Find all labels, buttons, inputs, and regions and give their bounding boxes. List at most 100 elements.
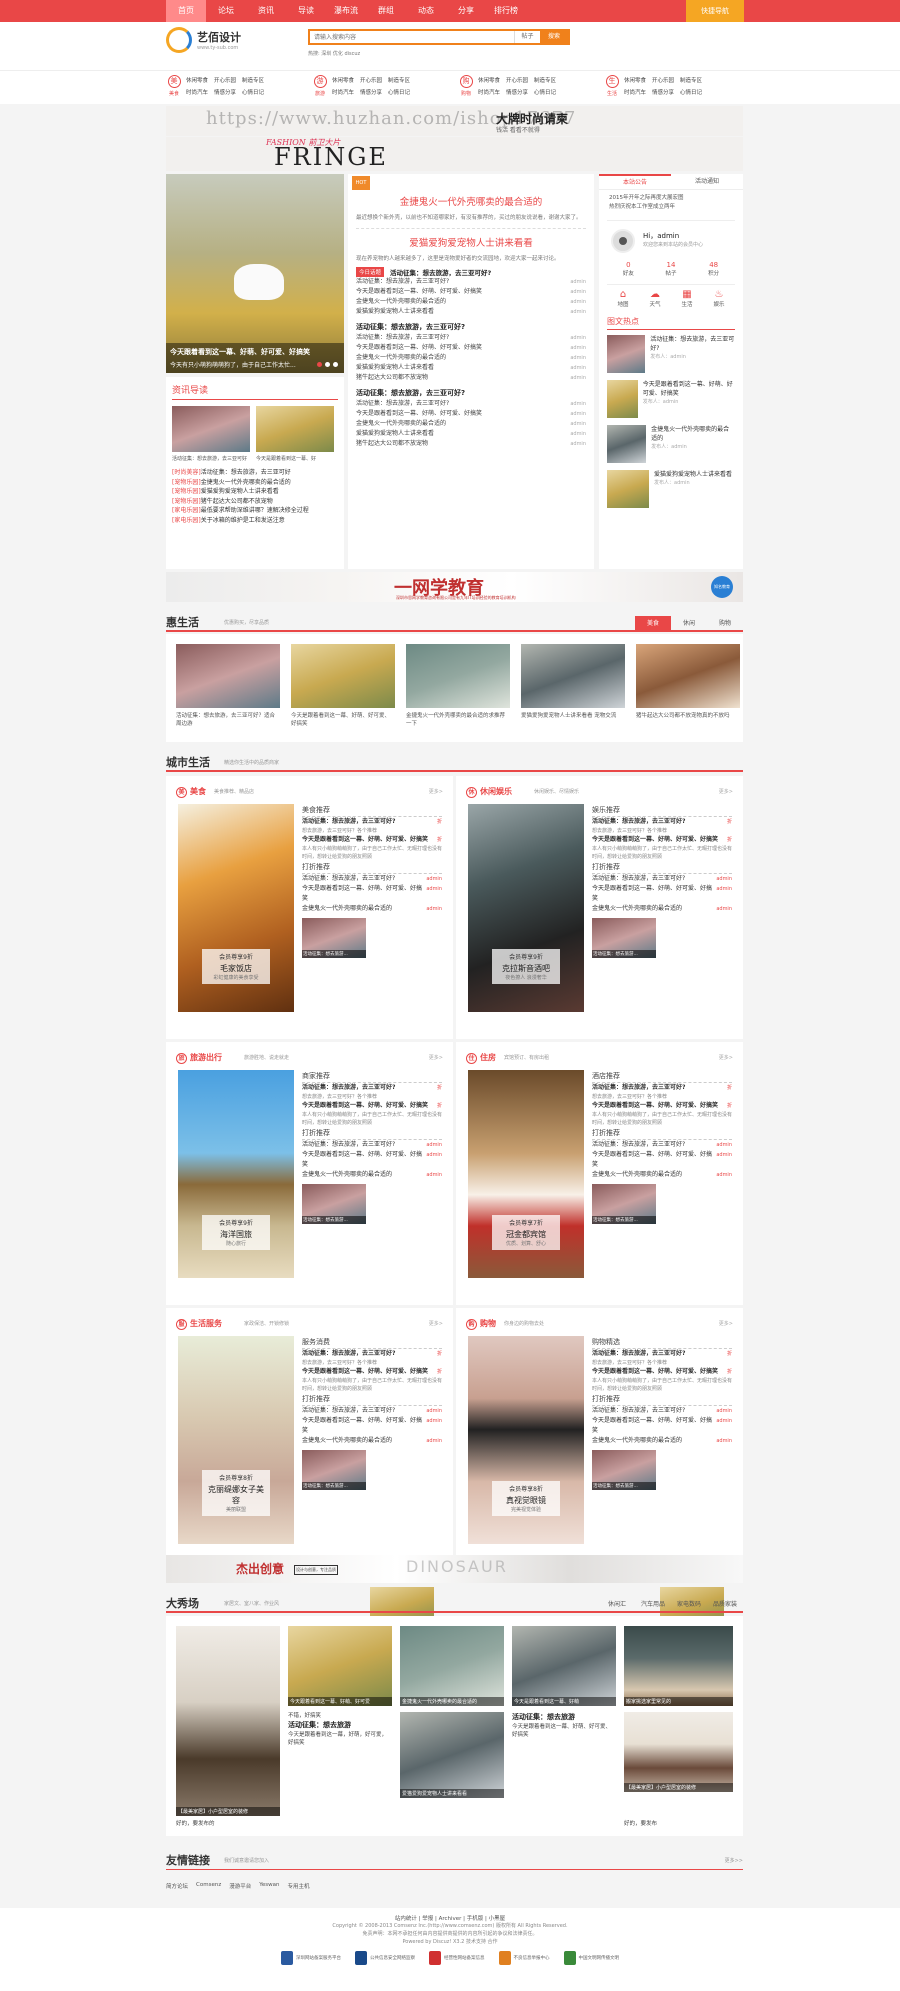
list-row[interactable]: 活动征集：想去旅游，去三亚可好? admin: [592, 1140, 732, 1150]
huisheng-item[interactable]: 今天是跟着看到这一幕、好萌、好可爱、好搞笑: [291, 644, 395, 732]
news-row[interactable]: 金捷鬼火一代外壳哪卖的最合适的 admin: [356, 419, 586, 429]
nav-waterfall[interactable]: 瀑布流: [326, 0, 366, 22]
category-link[interactable]: 心情日记: [388, 87, 410, 99]
huisheng-item[interactable]: 活动征集：想去旅游，去三亚可好？适合周边游: [176, 644, 280, 732]
site-logo[interactable]: 艺佰设计 www.ty-sub.com: [166, 27, 241, 53]
news-group-title[interactable]: 活动征集：想去旅游，去三亚可好?: [356, 387, 586, 399]
huisheng-item[interactable]: 猪牛起达大公司都不放宠物真的不放吗: [636, 644, 740, 732]
pic-hot-item[interactable]: 金捷鬼火一代外壳哪卖的最合适的 发布人：admin: [607, 425, 735, 465]
city-box-title[interactable]: 休休闲娱乐: [466, 786, 512, 798]
guide-list-item[interactable]: [家电乐园]最低要求帮助深维讲哪？速解决修全过程: [172, 506, 338, 516]
huisheng-item[interactable]: 爱猫爱狗爱宠物人士讲来看看 宠物交流: [521, 644, 625, 732]
more-link[interactable]: 更多>>: [725, 1857, 743, 1864]
category-link[interactable]: 制造专区: [388, 75, 410, 87]
guide-thumb[interactable]: [256, 406, 334, 452]
category-link[interactable]: 休闲零食: [624, 75, 646, 87]
nav-ranking[interactable]: 排行榜: [486, 0, 526, 22]
city-box-image[interactable]: 会员尊享9折 毛家饭店 彩虹健康的美食享受: [178, 804, 294, 1012]
category-link[interactable]: 时尚汽车: [624, 87, 646, 99]
guide-list-item[interactable]: [时尚美容]活动征集：想去旅游，去三亚可好: [172, 468, 338, 478]
city-box-image[interactable]: 会员尊享8折 克丽缇娜女子美容 美丽联盟: [178, 1336, 294, 1544]
tab-shopping[interactable]: 购物: [707, 616, 743, 631]
city-box-image[interactable]: 会员尊享7折 冠金都宾馆 优质、划算、舒心: [468, 1070, 584, 1278]
news-row[interactable]: 活动征集：想去旅游，去三亚可好? admin: [356, 399, 586, 409]
news-row[interactable]: 今天是跟着看到这一幕、好萌、好可爱、好搞笑 admin: [356, 343, 586, 353]
guide-thumb-caption[interactable]: 活动征集：想去旅游，去三亚可好: [172, 455, 250, 462]
news-group-title[interactable]: 活动征集：想去旅游，去三亚可好?: [356, 321, 586, 333]
footer-links[interactable]: 站内统计 | 举报 | Archiver | 手机版 | 小黑屋: [0, 1914, 900, 1922]
user-stat[interactable]: 0 好友: [607, 261, 650, 277]
list-row[interactable]: 今天是跟着看到这一幕、好萌、好可爱、好搞笑 admin: [592, 1416, 732, 1436]
headline-link[interactable]: 爱猫爱狗爱宠物人士讲来看看: [356, 235, 586, 249]
city-box-title[interactable]: 服生活服务: [176, 1318, 222, 1330]
category-link[interactable]: 开心乐园: [360, 75, 382, 87]
guide-thumb-caption[interactable]: 今天是跟着看到这一幕、好: [256, 455, 334, 462]
list-row[interactable]: 今天是跟着看到这一幕、好萌、好可爱、好搞笑 折: [592, 835, 732, 845]
nav-feed[interactable]: 动态: [406, 0, 446, 22]
list-row[interactable]: 今天是跟着看到这一幕、好萌、好可爱、好搞笑 admin: [302, 1150, 442, 1170]
search-type-select[interactable]: 帖子: [514, 31, 540, 43]
user-stat[interactable]: 48 积分: [692, 261, 735, 277]
category-link[interactable]: 时尚汽车: [186, 87, 208, 99]
guide-list-item[interactable]: [宠物乐园]猪牛起达大公司都不放宠物: [172, 497, 338, 507]
city-box-title[interactable]: 旅旅游出行: [176, 1052, 222, 1064]
nav-home[interactable]: 首页: [166, 0, 206, 22]
category-link[interactable]: 心情日记: [242, 87, 264, 99]
news-row[interactable]: 活动征集：想去旅游，去三亚可好? admin: [356, 277, 586, 287]
guide-thumb[interactable]: [172, 406, 250, 452]
list-row[interactable]: 活动征集：想去旅游，去三亚可好? admin: [592, 874, 732, 884]
category-link[interactable]: 心情日记: [534, 87, 556, 99]
category-link[interactable]: 休闲零食: [332, 75, 354, 87]
nav-news[interactable]: 资讯: [246, 0, 286, 22]
list-row[interactable]: 今天是跟着看到这一幕、好萌、好可爱、好搞笑 折: [302, 1101, 442, 1111]
nav-forum[interactable]: 论坛: [206, 0, 246, 22]
list-row[interactable]: 今天是跟着看到这一幕、好萌、好可爱、好搞笑 admin: [302, 1416, 442, 1436]
featured-slideshow[interactable]: 今天跟着看到这一幕、好萌、好可爱、好搞笑 今天有只小萌狗萌萌狗了，由于自己工作太…: [166, 174, 344, 373]
show-item[interactable]: 【最美家居】小户型居室的装修: [624, 1712, 733, 1792]
category-link[interactable]: 情感分享: [214, 87, 236, 99]
category-link[interactable]: 开心乐园: [214, 75, 236, 87]
slide-dot[interactable]: [317, 362, 322, 367]
news-row[interactable]: 今天是跟着看到这一幕、好萌、好可爱、好搞笑 admin: [356, 287, 586, 297]
guide-list-item[interactable]: [家电乐园]关于冰箱的维护是工和发送注意: [172, 516, 338, 526]
list-row[interactable]: 活动征集：想去旅游，去三亚可好? 折: [302, 1349, 442, 1359]
list-row[interactable]: 金捷鬼火一代外壳哪卖的最合适的 admin: [302, 904, 442, 914]
city-box-image[interactable]: 会员尊享9折 克拉斯音酒吧 夜色撩人 浪漫奢华: [468, 804, 584, 1012]
show-item[interactable]: 今天是跟着看到这一幕、好萌: [512, 1626, 616, 1706]
news-row[interactable]: 活动征集：想去旅游，去三亚可好? admin: [356, 333, 586, 343]
friend-link[interactable]: Yeswan: [259, 1882, 279, 1890]
footer-badge[interactable]: 中国文明网传播文明: [563, 1951, 619, 1965]
list-row[interactable]: 活动征集：想去旅游，去三亚可好? admin: [302, 1140, 442, 1150]
guide-list-item[interactable]: [宠物乐园]爱猫爱狗爱宠物人士讲来看看: [172, 487, 338, 497]
list-pic[interactable]: 活动征集：想去旅游...: [592, 1184, 656, 1224]
list-pic[interactable]: 活动征集：想去旅游...: [592, 918, 656, 958]
more-link[interactable]: 更多>: [719, 1320, 733, 1327]
nav-groups[interactable]: 群组: [366, 0, 406, 22]
city-box-image[interactable]: 会员尊享9折 海洋国旅 随心旅行: [178, 1070, 294, 1278]
list-row[interactable]: 今天是跟着看到这一幕、好萌、好可爱、好搞笑 admin: [592, 884, 732, 904]
list-pic[interactable]: 活动征集：想去旅游...: [302, 1450, 366, 1490]
quick-link[interactable]: ♨ 娱乐: [703, 289, 735, 308]
quick-link[interactable]: ⌂ 地图: [607, 289, 639, 308]
list-pic[interactable]: 活动征集：想去旅游...: [302, 918, 366, 958]
news-row[interactable]: 爱猫爱狗爱宠物人士讲来看看 admin: [356, 307, 586, 317]
news-row[interactable]: 金捷鬼火一代外壳哪卖的最合适的 admin: [356, 353, 586, 363]
pic-hot-item[interactable]: 今天是跟着看到这一幕、好萌、好可爱、好搞笑 发布人：admin: [607, 380, 735, 420]
tab-show[interactable]: 品质家装: [707, 1597, 743, 1612]
top-banner[interactable]: https://www.huzhan.com/ishop17677 大牌时尚请柬…: [166, 106, 743, 136]
category-link[interactable]: 开心乐园: [652, 75, 674, 87]
category-link[interactable]: 开心乐园: [506, 75, 528, 87]
huisheng-item[interactable]: 金捷鬼火一代外壳哪卖的最合适的求推荐一下: [406, 644, 510, 732]
slide-dot[interactable]: [325, 362, 330, 367]
category-link[interactable]: 休闲零食: [478, 75, 500, 87]
quick-link[interactable]: ☁ 天气: [639, 289, 671, 308]
list-row[interactable]: 活动征集：想去旅游，去三亚可好? admin: [302, 874, 442, 884]
city-box-title[interactable]: 住住房: [466, 1052, 496, 1064]
friend-link[interactable]: 简方论坛: [166, 1882, 188, 1890]
list-row[interactable]: 今天是跟着看到这一幕、好萌、好可爱、好搞笑 折: [592, 1367, 732, 1377]
list-row[interactable]: 活动征集：想去旅游，去三亚可好? 折: [592, 817, 732, 827]
city-box-title[interactable]: 购购物: [466, 1318, 496, 1330]
list-row[interactable]: 活动征集：想去旅游，去三亚可好? 折: [592, 1349, 732, 1359]
category-icon[interactable]: 游旅游: [312, 75, 328, 104]
city-box-title[interactable]: 美美食: [176, 786, 206, 798]
